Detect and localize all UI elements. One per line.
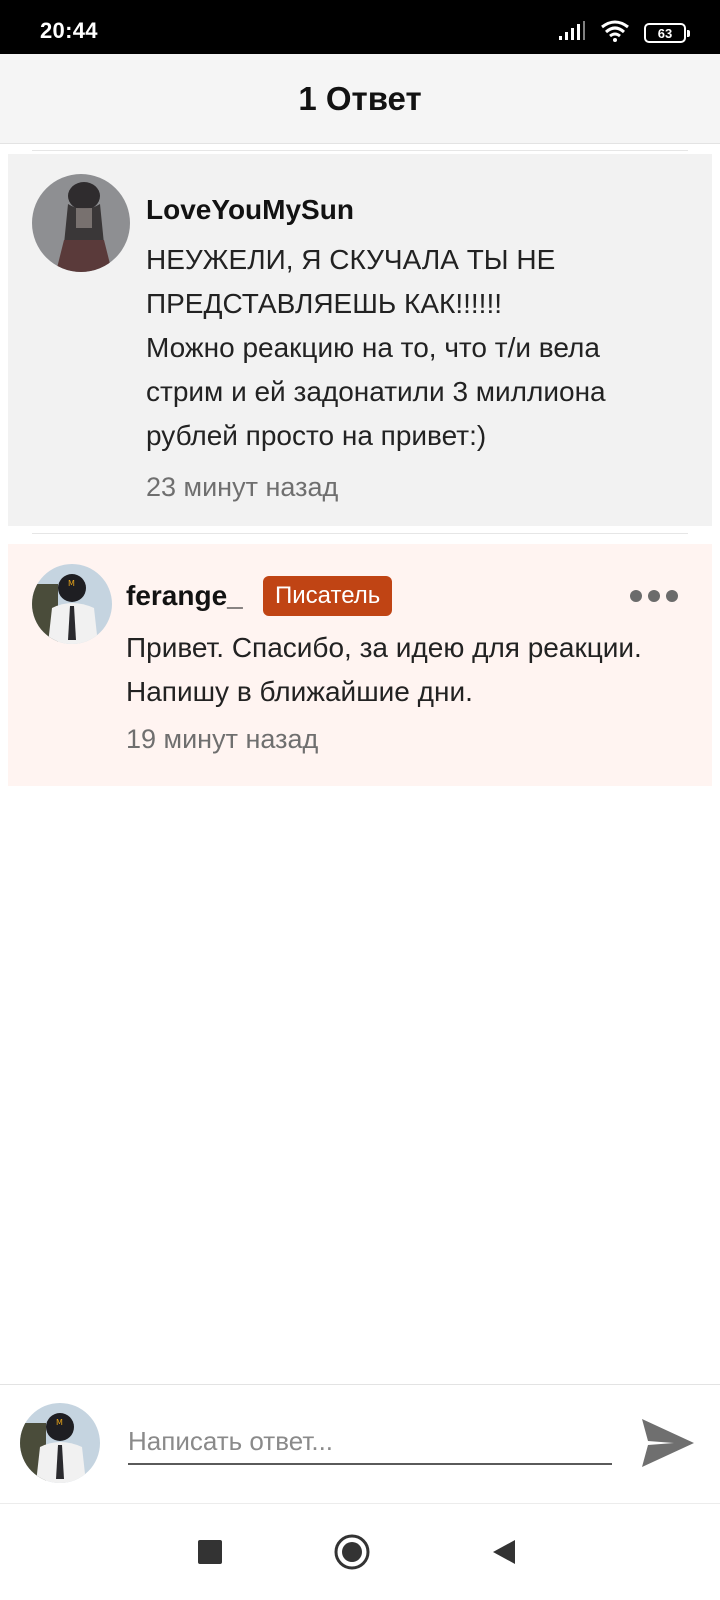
divider xyxy=(32,533,688,534)
reply-comment: M ferange_ Писатель Привет. Спасибо, за … xyxy=(8,544,712,786)
avatar-loveyoumysun[interactable] xyxy=(32,174,130,272)
current-user-avatar: M xyxy=(20,1403,100,1483)
reply-composer: M xyxy=(0,1384,720,1504)
comment-username[interactable]: LoveYouMySun xyxy=(146,194,354,226)
back-button[interactable] xyxy=(484,1534,524,1574)
home-circle-icon xyxy=(333,1533,371,1576)
system-nav-bar xyxy=(0,1504,720,1600)
divider xyxy=(32,150,688,151)
parent-comment: LoveYouMySun НЕУЖЕЛИ, Я СКУЧАЛА ТЫ НЕ ПР… xyxy=(8,154,712,526)
status-icons: 63 xyxy=(558,20,690,47)
reply-line: Напишу в ближайшие дни. xyxy=(126,676,473,707)
page-title: 1 Ответ xyxy=(298,79,422,117)
back-triangle-icon xyxy=(491,1538,517,1571)
comment-line: стрим и ей задонатили 3 миллиона xyxy=(146,376,606,407)
comment-line: ПРЕДСТАВЛЯЕШЬ КАК!!!!!! xyxy=(146,288,503,319)
battery-icon: 63 xyxy=(644,23,690,43)
square-icon xyxy=(197,1539,223,1570)
reply-username[interactable]: ferange_ xyxy=(126,580,243,612)
app-header: 1 Ответ xyxy=(0,54,720,144)
comment-line: Можно реакцию на то, что т/и вела xyxy=(146,332,600,363)
recents-button[interactable] xyxy=(190,1534,230,1574)
send-icon xyxy=(640,1419,696,1475)
reply-input[interactable] xyxy=(128,1419,612,1465)
comment-timestamp: 23 минут назад xyxy=(146,472,339,502)
svg-text:M: M xyxy=(68,579,75,588)
battery-level: 63 xyxy=(657,25,673,41)
signal-icon xyxy=(558,20,586,46)
comment-line: рублей просто на привет:) xyxy=(146,420,487,451)
comment-line: НЕУЖЕЛИ, Я СКУЧАЛА ТЫ НЕ xyxy=(146,244,556,275)
avatar-ferange[interactable]: M xyxy=(32,564,112,644)
status-bar: 20:44 63 xyxy=(0,0,720,54)
more-options-icon[interactable] xyxy=(630,590,678,602)
reply-timestamp: 19 минут назад xyxy=(126,724,319,754)
svg-text:M: M xyxy=(56,1418,63,1427)
reply-line: Привет. Спасибо, за идею для реакции. xyxy=(126,632,642,663)
status-time: 20:44 xyxy=(40,18,98,43)
writer-badge: Писатель xyxy=(263,576,393,616)
wifi-icon xyxy=(600,20,630,47)
comment-body: НЕУЖЕЛИ, Я СКУЧАЛА ТЫ НЕ ПРЕДСТАВЛЯЕШЬ К… xyxy=(146,238,686,458)
send-button[interactable] xyxy=(640,1415,696,1471)
home-button[interactable] xyxy=(332,1534,372,1574)
reply-body: Привет. Спасибо, за идею для реакции. На… xyxy=(126,626,696,714)
